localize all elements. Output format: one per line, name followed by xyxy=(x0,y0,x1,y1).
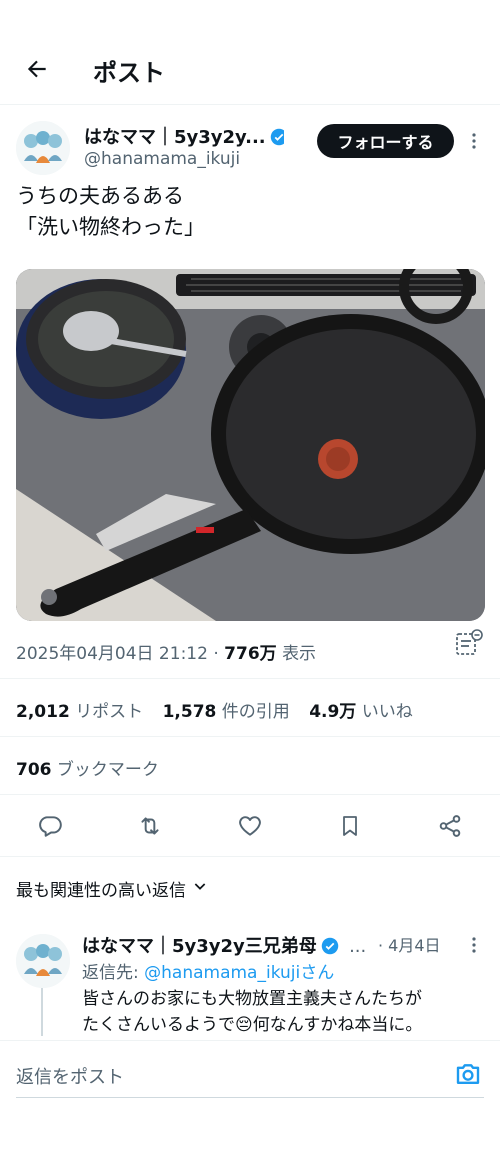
back-arrow-icon[interactable] xyxy=(18,50,56,88)
likes-stat[interactable]: 4.9万 いいね xyxy=(309,702,413,722)
divider xyxy=(0,856,500,857)
likes-label: いいね xyxy=(361,702,413,722)
bookmark-icon[interactable] xyxy=(334,810,366,842)
avatar[interactable] xyxy=(16,121,70,175)
reposts-label: リポスト xyxy=(75,702,144,722)
reply-icon[interactable] xyxy=(34,810,66,842)
like-heart-icon[interactable] xyxy=(234,810,266,842)
divider xyxy=(0,794,500,795)
views-label: 表示 xyxy=(282,644,317,664)
reply-date[interactable]: · 4月4日 xyxy=(378,932,441,956)
reposts-count: 2,012 xyxy=(16,702,70,722)
verified-badge-icon xyxy=(270,128,284,151)
post-meta: 2025年04月04日 21:12 · 776万 表示 xyxy=(16,639,316,664)
post-text: うちの夫あるある 「洗い物終わった」 xyxy=(16,181,205,243)
quotes-label: 件の引用 xyxy=(221,702,290,722)
meta-separator: · xyxy=(213,644,219,664)
views-count: 776万 xyxy=(224,644,277,664)
analytics-icon[interactable] xyxy=(453,628,483,658)
thread-line xyxy=(41,988,43,1036)
quotes-stat[interactable]: 1,578 件の引用 xyxy=(163,702,290,722)
verified-badge-icon xyxy=(321,937,339,960)
page-title: ポスト xyxy=(93,59,165,87)
reply-author-name[interactable]: はなママ｜5y3y2y三兄弟母 ... xyxy=(82,932,372,960)
reply-to-prefix: 返信先: xyxy=(82,963,145,983)
author-handle[interactable]: @hanamama_ikuji xyxy=(84,149,240,169)
reply-text: 皆さんのお家にも大物放置主義夫さんたちが たくさんいるようで😔何なんすかね本当に… xyxy=(82,986,482,1038)
reply-text-line: 皆さんのお家にも大物放置主義夫さんたちが xyxy=(82,989,422,1009)
bookmarks-label: ブックマーク xyxy=(56,760,159,780)
repost-icon[interactable] xyxy=(134,810,166,842)
post-photo[interactable] xyxy=(16,269,485,621)
camera-icon[interactable] xyxy=(453,1059,483,1089)
reposts-stat[interactable]: 2,012 リポスト xyxy=(16,702,143,722)
quotes-count: 1,578 xyxy=(162,702,217,722)
post-text-line: うちの夫あるある xyxy=(16,184,184,208)
input-underline xyxy=(16,1097,484,1098)
reply-compose-bar: 返信をポスト xyxy=(0,1040,500,1104)
divider xyxy=(0,104,500,105)
pans-on-stove-illustration xyxy=(16,269,485,621)
bookmarks-stat[interactable]: 706 ブックマーク xyxy=(16,755,159,780)
share-icon[interactable] xyxy=(434,810,466,842)
reply-sort-selector[interactable]: 最も関連性の高い返信 xyxy=(16,876,208,901)
follow-button[interactable]: フォローする xyxy=(317,124,454,158)
post-timestamp[interactable]: 2025年04月04日 21:12 xyxy=(16,644,208,664)
post-text-line: 「洗い物終わった」 xyxy=(16,215,205,239)
reply-author-name-text: はなママ｜5y3y2y三兄弟母 xyxy=(82,936,317,957)
reply-avatar[interactable] xyxy=(16,934,70,988)
reply-to-handle[interactable]: @hanamama_ikujiさん xyxy=(144,963,334,983)
top-bar: ポスト xyxy=(0,36,500,102)
author-name-text: はなママ｜5y3y2y... xyxy=(84,127,266,148)
more-options-icon[interactable] xyxy=(463,934,485,956)
author-name[interactable]: はなママ｜5y3y2y... xyxy=(84,123,284,151)
reply-to: 返信先: @hanamama_ikujiさん xyxy=(82,958,334,983)
chevron-down-icon xyxy=(192,878,208,899)
reply-sort-label: 最も関連性の高い返信 xyxy=(16,881,186,901)
reply-text-line: たくさんいるようで😔何なんすかね本当に。 xyxy=(82,1015,423,1035)
divider xyxy=(0,736,500,737)
more-options-icon[interactable] xyxy=(463,130,485,152)
likes-count: 4.9万 xyxy=(309,702,357,722)
bookmarks-count: 706 xyxy=(16,760,52,780)
divider xyxy=(0,678,500,679)
reply-input[interactable]: 返信をポスト xyxy=(16,1063,124,1089)
reply-name-ellipsis: ... xyxy=(349,936,367,957)
engagement-stats: 2,012 リポスト 1,578 件の引用 4.9万 いいね xyxy=(16,697,427,722)
